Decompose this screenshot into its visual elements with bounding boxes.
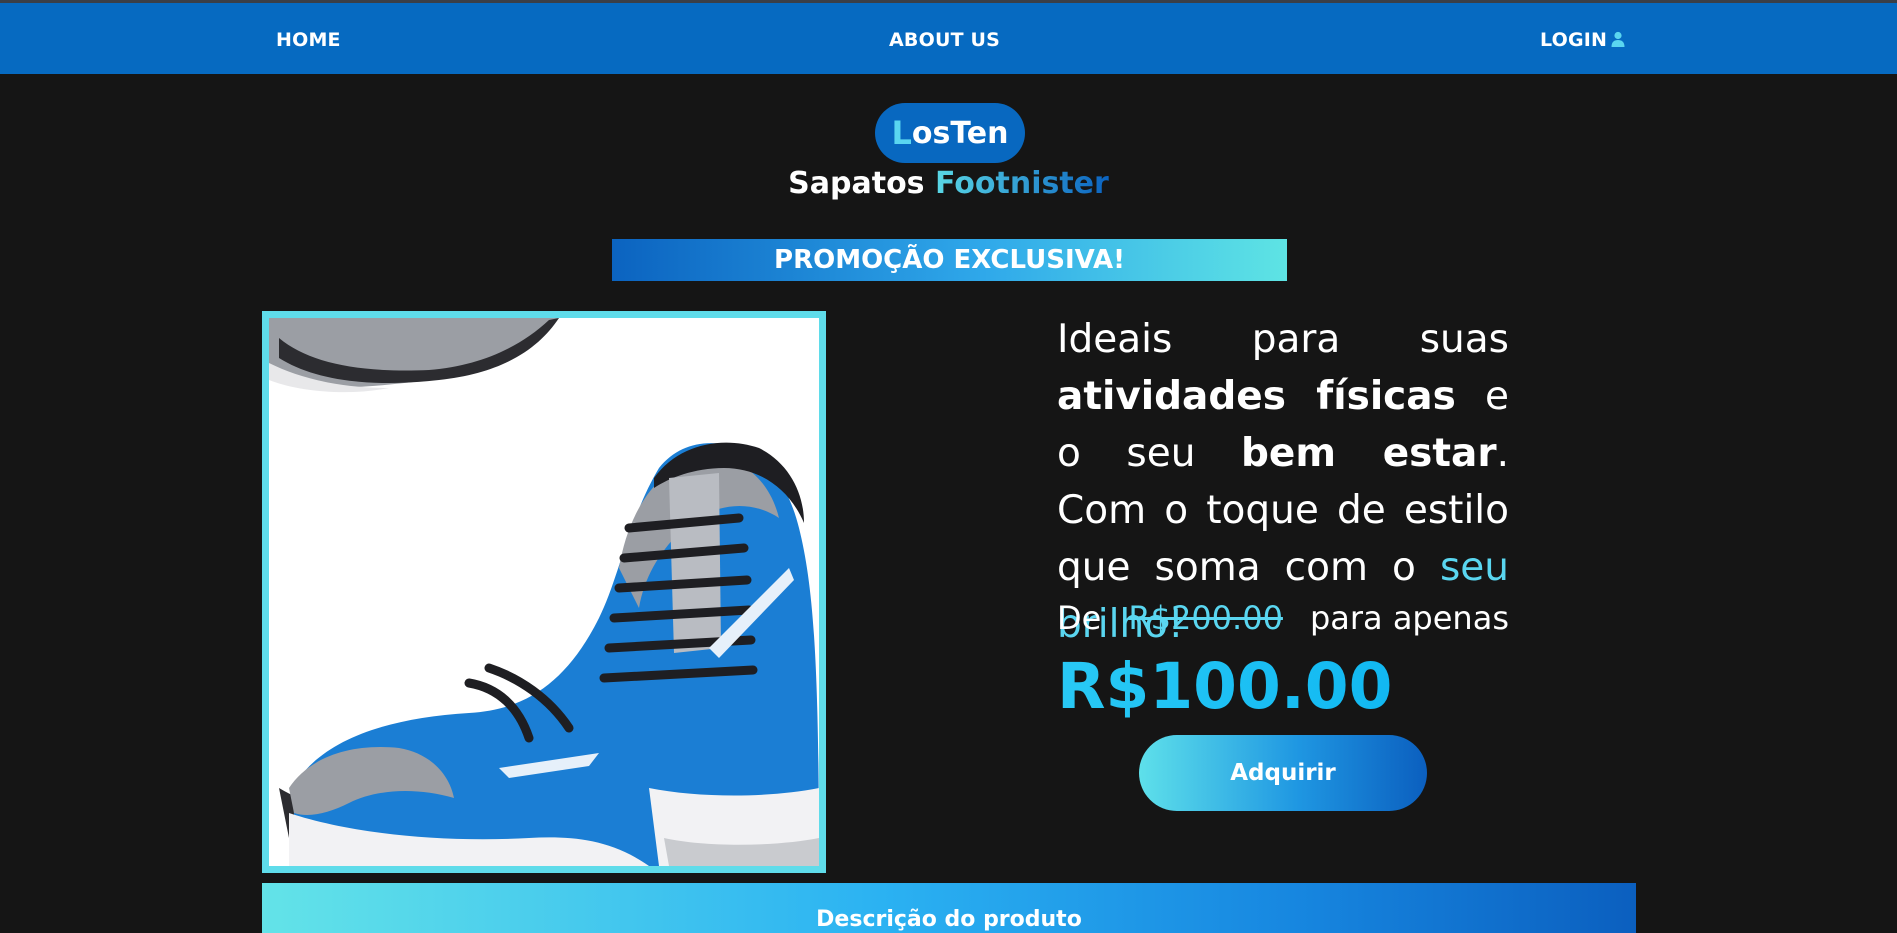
nav-home-link[interactable]: HOME [276,29,341,51]
logo-rest: osTen [911,115,1009,151]
promo-banner: PROMOÇÃO EXCLUSIVA! [612,239,1287,281]
brand-word-sapatos: Sapatos [788,166,925,201]
price-prefix: De [1057,599,1102,637]
top-navbar: HOME ABOUT US LOGIN [0,3,1897,74]
product-description-header[interactable]: Descrição do produto [262,883,1636,933]
buy-button[interactable]: Adquirir [1139,735,1427,811]
nav-login-label: LOGIN [1540,29,1608,51]
current-price: R$100.00 [1057,650,1393,723]
product-image [262,311,826,873]
tagline-part-1: Ideais para suas [1057,317,1509,362]
description-label: Descrição do produto [816,907,1082,932]
nav-about-link[interactable]: ABOUT US [889,29,1000,51]
logo-first-letter: L [891,114,912,152]
brand-name: Sapatos Footnister [0,166,1897,201]
tagline-bold-1: atividades físicas [1057,374,1456,419]
brand-word-footnister: Footnister [935,166,1109,201]
nav-login-link[interactable]: LOGIN [1540,29,1625,51]
price-suffix: para apenas [1309,599,1509,637]
tagline-bold-2: bem estar [1241,431,1497,476]
user-icon [1611,31,1625,47]
old-price: R$200.00 [1128,599,1283,637]
site-logo[interactable]: LosTen [875,103,1025,163]
price-comparison: De R$200.00 para apenas [1057,598,1509,638]
sneakers-illustration [269,318,819,866]
promo-label: PROMOÇÃO EXCLUSIVA! [774,245,1125,275]
